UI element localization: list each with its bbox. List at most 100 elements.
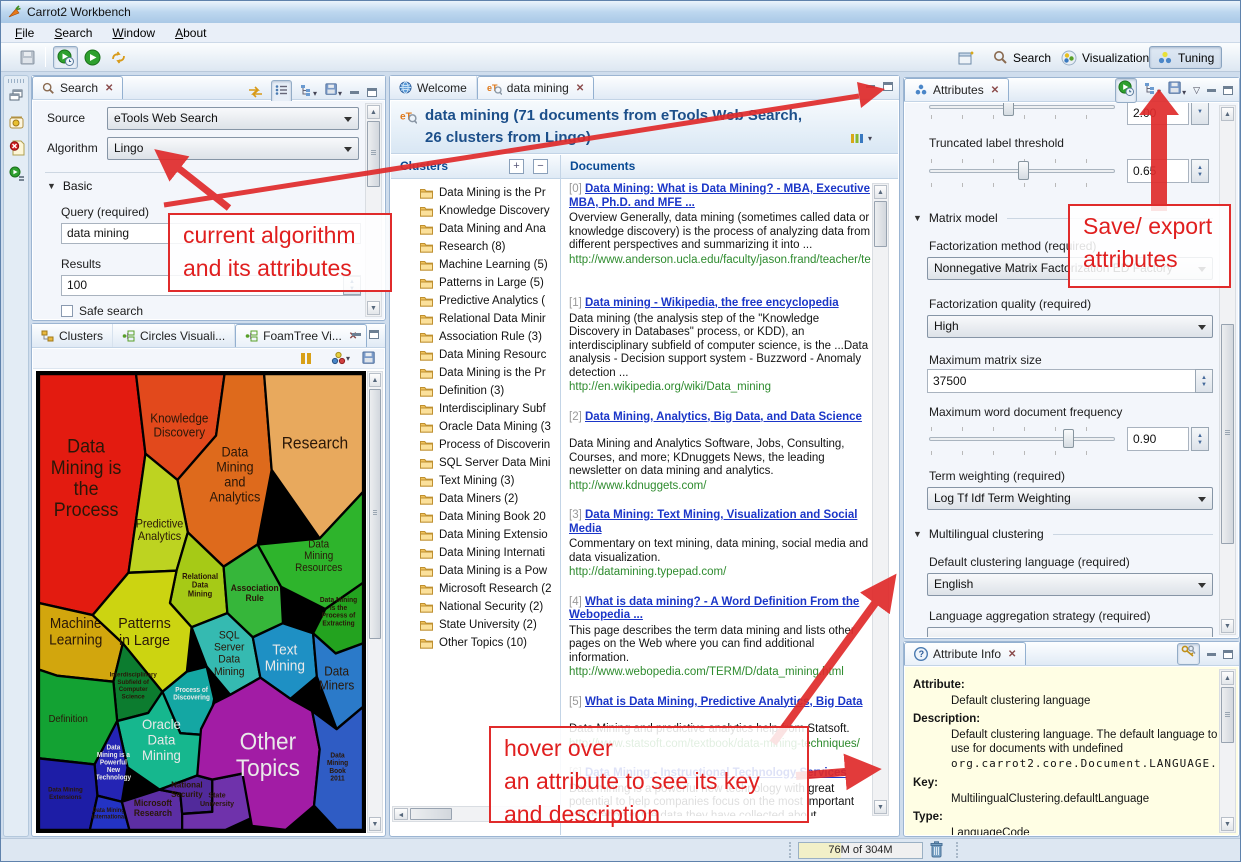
close-icon[interactable]: ✕ [105, 83, 113, 94]
menu-window[interactable]: Window [104, 25, 163, 41]
restore-view-button[interactable] [9, 88, 24, 107]
factorization-quality-combo[interactable]: High [927, 315, 1213, 338]
cluster-item[interactable]: Research (8) [420, 238, 560, 256]
cluster-item[interactable]: State University (2) [420, 616, 560, 634]
truncated-slider-thumb[interactable] [1018, 161, 1029, 180]
live-update-toggle[interactable] [1115, 78, 1137, 103]
open-perspective-button[interactable] [954, 46, 980, 69]
tab-attributes[interactable]: Attributes ✕ [904, 78, 1009, 101]
cluster-item[interactable]: Data Mining Book 20 [420, 508, 560, 526]
menu-search[interactable]: Search [46, 25, 100, 41]
search-perspective-button[interactable]: Search [986, 46, 1058, 69]
cluster-item[interactable]: Interdisciplinary Subf [420, 400, 560, 418]
cluster-item[interactable]: Data Mining is the Pr [420, 184, 560, 202]
fast-view-processes-button[interactable] [9, 166, 25, 187]
tab-attribute-info[interactable]: ? Attribute Info ✕ [904, 642, 1026, 665]
swap-source-icon[interactable] [248, 85, 263, 99]
term-weighting-combo[interactable]: Log Tf Idf Term Weighting [927, 487, 1213, 510]
fast-view-errors-button[interactable] [9, 140, 25, 161]
cluster-item[interactable]: Text Mining (3) [420, 472, 560, 490]
tab-circles-visualization[interactable]: Circles Visuali... [113, 324, 235, 347]
top-slider-track[interactable] [929, 105, 1115, 109]
layout-selector-button[interactable]: ▾ [850, 133, 872, 144]
foamtree-scrollbar[interactable]: ▲ ▼ [367, 371, 383, 833]
maximize-icon[interactable] [1223, 650, 1233, 659]
save-attributes-button[interactable]: ▾ [1168, 81, 1186, 100]
minimize-icon[interactable] [350, 91, 359, 94]
close-icon[interactable]: ✕ [576, 83, 584, 94]
tab-welcome[interactable]: Welcome [390, 76, 477, 99]
language-aggregation-combo[interactable] [927, 627, 1213, 637]
tab-search[interactable]: Search ✕ [32, 76, 123, 99]
cluster-item[interactable]: Data Mining Extensio [420, 526, 560, 544]
tab-data-mining[interactable]: eT data mining ✕ [477, 76, 594, 99]
cluster-item[interactable]: Knowledge Discovery [420, 202, 560, 220]
document-title-link[interactable]: What is Data Mining, Predictive Analytic… [585, 696, 863, 708]
document-title-link[interactable]: Data Mining, Analytics, Big Data, and Da… [585, 411, 862, 423]
cluster-item[interactable]: Data Mining Internati [420, 544, 560, 562]
cluster-item[interactable]: SQL Server Data Mini [420, 454, 560, 472]
section-basic[interactable]: ▼Basic [47, 179, 365, 193]
cluster-item[interactable]: Relational Data Minir [420, 310, 560, 328]
attribute-info-scrollbar[interactable]: ▲ ▼ [1219, 669, 1236, 833]
minimize-icon[interactable] [866, 85, 875, 88]
default-language-combo[interactable]: English [927, 573, 1213, 596]
maximize-icon[interactable] [367, 88, 377, 97]
visualization-options-button[interactable]: ▾ [331, 351, 350, 366]
minimize-icon[interactable] [1207, 653, 1216, 656]
close-icon[interactable]: ✕ [1008, 649, 1016, 660]
cluster-item[interactable]: Predictive Analytics ( [420, 292, 560, 310]
visualization-perspective-button[interactable]: Visualization [1054, 46, 1156, 69]
minimize-icon[interactable] [1207, 89, 1216, 92]
cluster-item[interactable]: Microsoft Research (2 [420, 580, 560, 598]
cluster-item[interactable]: Oracle Data Mining (3 [420, 418, 560, 436]
collapse-all-icon[interactable]: − [533, 159, 548, 174]
tree-layout-button[interactable]: ▾ [300, 83, 317, 101]
documents-scrollbar[interactable]: ▲ ▼ [872, 183, 889, 816]
cluster-item[interactable]: Other Topics (10) [420, 634, 560, 652]
document-title-link[interactable]: What is data mining? - A Word Definition… [569, 596, 859, 622]
safe-search-checkbox[interactable] [61, 305, 73, 317]
view-menu-icon[interactable]: ▽ [1193, 85, 1200, 96]
cluster-item[interactable]: Data Mining is the Pr [420, 364, 560, 382]
cluster-item[interactable]: Data Mining and Ana [420, 220, 560, 238]
menu-file[interactable]: File [7, 25, 42, 41]
cluster-item[interactable]: Machine Learning (5) [420, 256, 560, 274]
attributes-scrollbar[interactable]: ▲ ▼ [1219, 105, 1236, 635]
fast-view-handle[interactable] [8, 79, 24, 83]
source-combo[interactable]: eTools Web Search [107, 107, 359, 130]
maximize-icon[interactable] [883, 82, 893, 91]
max-matrix-size-input[interactable]: 37500 [927, 369, 1213, 393]
document-title-link[interactable]: Data Mining: What is Data Mining? - MBA,… [569, 183, 870, 209]
tab-foamtree-visualization[interactable]: FoamTree Vi... ✕ [235, 324, 367, 347]
max-word-spinner-arrows[interactable]: ▲▼ [1191, 427, 1209, 451]
pause-animation-button[interactable] [300, 352, 312, 370]
cluster-item[interactable]: Process of Discoverin [420, 436, 560, 454]
run-button[interactable] [81, 46, 104, 69]
truncated-spinner-input[interactable]: 0.65 [1127, 159, 1189, 183]
max-matrix-spinner[interactable]: ▲▼ [1195, 369, 1213, 393]
top-spinner-arrows[interactable]: ▼ [1191, 103, 1209, 125]
run-process-button[interactable] [53, 46, 78, 69]
run-garbage-collector-button[interactable] [929, 841, 944, 862]
save-toolbar-button[interactable] [13, 46, 43, 69]
save-image-button[interactable] [362, 351, 376, 370]
cluster-item[interactable]: Data Mining Resourc [420, 346, 560, 364]
tuning-perspective-button[interactable]: Tuning [1149, 46, 1222, 69]
tab-clusters-view[interactable]: Clusters [32, 324, 113, 347]
cluster-item[interactable]: Data Mining is a Pow [420, 562, 560, 580]
refresh-button[interactable] [107, 46, 130, 69]
cluster-item[interactable]: Association Rule (3) [420, 328, 560, 346]
section-multilingual[interactable]: ▼Multilingual clustering [913, 527, 1213, 541]
max-word-spinner-input[interactable]: 0.90 [1127, 427, 1189, 451]
close-icon[interactable]: ✕ [991, 85, 999, 96]
maximize-icon[interactable] [369, 330, 379, 339]
max-word-slider-track[interactable] [929, 437, 1115, 441]
menu-about[interactable]: About [167, 25, 214, 41]
fast-view-search-button[interactable] [9, 114, 25, 135]
document-title-link[interactable]: Data mining - Wikipedia, the free encycl… [585, 297, 839, 309]
cluster-item[interactable]: Definition (3) [420, 382, 560, 400]
minimize-icon[interactable] [352, 333, 361, 336]
document-title-link[interactable]: Data Mining: Text Mining, Visualization … [569, 509, 857, 535]
show-keys-toggle[interactable] [1177, 643, 1200, 665]
